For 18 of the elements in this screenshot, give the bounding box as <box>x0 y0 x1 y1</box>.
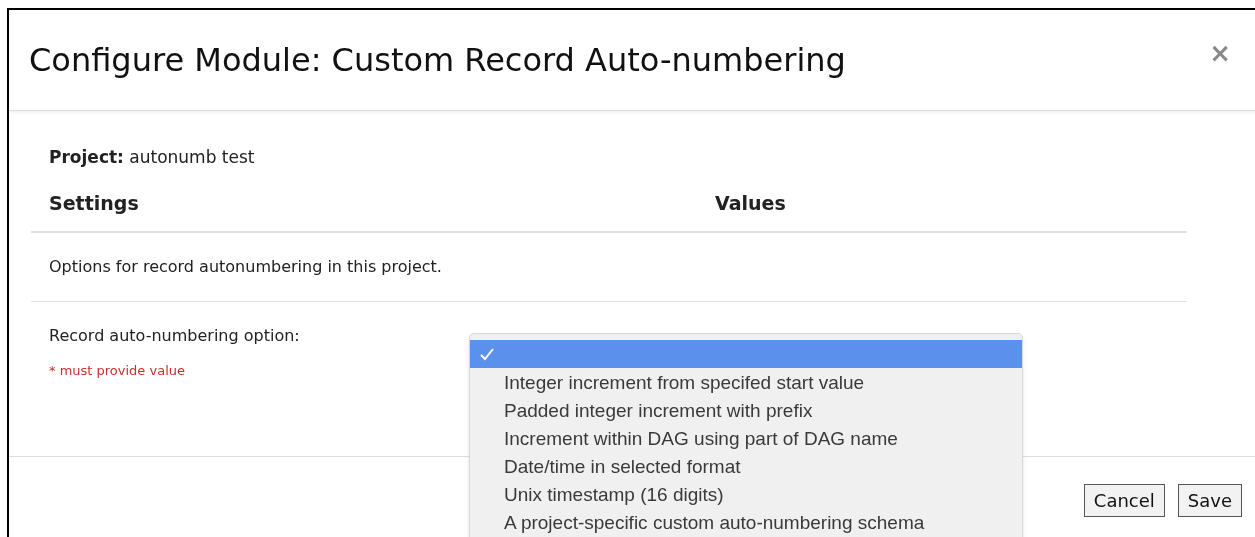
save-button[interactable]: Save <box>1177 484 1242 517</box>
required-note: * must provide value <box>49 362 186 380</box>
description-text: Options for record autonumbering in this project. <box>49 256 443 278</box>
dropdown-option[interactable]: A project-specific custom auto-numbering schema <box>470 508 1022 536</box>
dropdown-option[interactable]: Unix timestamp (16 digits) <box>470 480 1022 508</box>
dropdown-option[interactable]: Increment within DAG using part of DAG name <box>470 424 1022 452</box>
dropdown-option[interactable]: Padded integer increment with prefix <box>470 396 1022 424</box>
dropdown-option[interactable]: Integer increment from specifed start value <box>470 368 1022 396</box>
dialog-title: Configure Module: Custom Record Auto-numbering <box>29 44 846 76</box>
dropdown-option[interactable] <box>470 340 1022 368</box>
column-header: Settings <box>49 190 140 216</box>
cancel-button[interactable]: Cancel <box>1083 484 1165 517</box>
column-header: Values <box>715 190 786 216</box>
checkmark-icon <box>480 347 494 361</box>
dropdown-option[interactable]: Date/time in selected format <box>470 452 1022 480</box>
close-button[interactable]: × <box>1209 40 1231 66</box>
project-line: Project: autonumb test <box>49 146 256 169</box>
field-label: Record auto-numbering option: <box>49 325 301 347</box>
